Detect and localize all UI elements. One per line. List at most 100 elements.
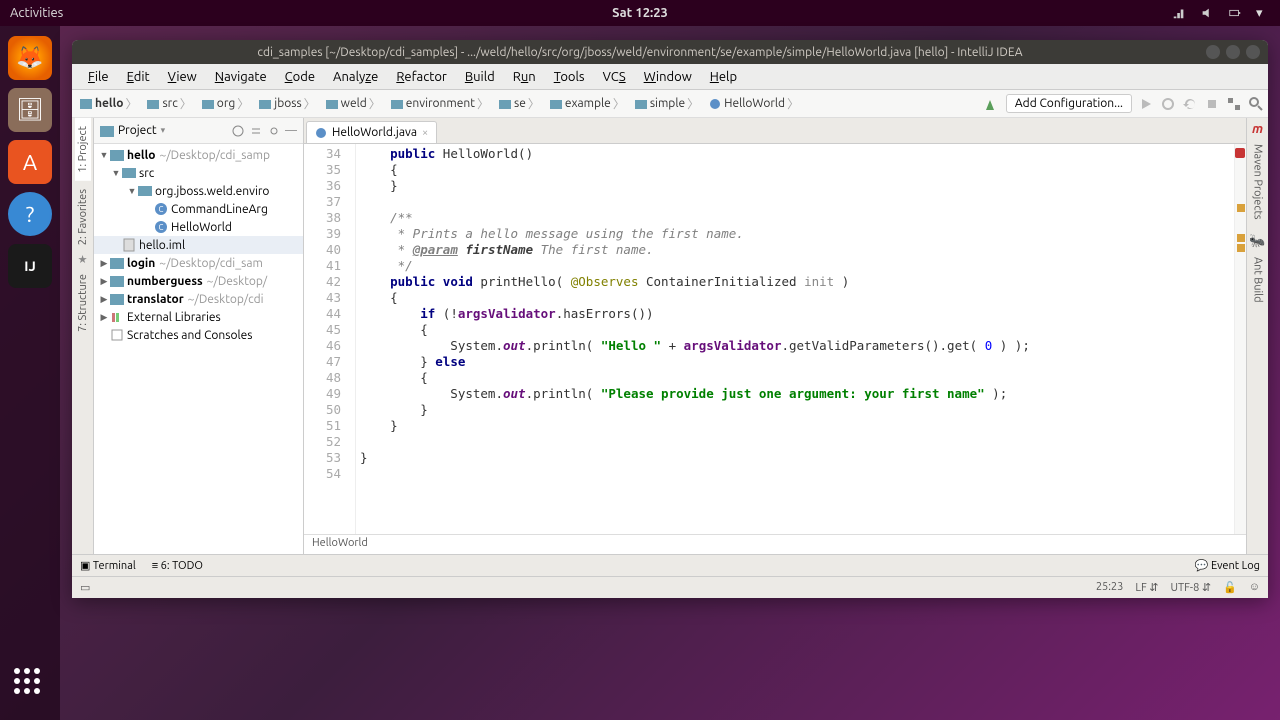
tool-todo[interactable]: ≡ 6: TODO <box>152 560 203 572</box>
code-content[interactable]: public HelloWorld() { } /** * Prints a h… <box>356 144 1234 534</box>
editor-tabs: HelloWorld.java × <box>304 118 1246 144</box>
tree-login[interactable]: ▶login~/Desktop/cdi_sam <box>94 254 303 272</box>
project-panel: Project ▾ — ▼hello~/Desktop/cdi_samp ▼sr… <box>94 118 304 554</box>
crumb-hello[interactable]: hello〉 <box>76 95 143 112</box>
menu-build[interactable]: Build <box>457 67 503 87</box>
collapse-icon[interactable] <box>249 124 263 138</box>
power-icon[interactable]: ▾ <box>1256 6 1270 20</box>
tree-cls1[interactable]: CCommandLineArg <box>94 200 303 218</box>
debug-icon[interactable] <box>1160 96 1176 112</box>
ubuntu-top-bar: Activities Sat 12:23 ▾ <box>0 0 1280 26</box>
bottom-toolbar: ▣ Terminal ≡ 6: TODO 💬 Event Log <box>72 554 1268 576</box>
close-button[interactable] <box>1246 45 1260 59</box>
menu-edit[interactable]: Edit <box>119 67 158 87</box>
project-label: Project <box>118 124 157 137</box>
tool-structure[interactable]: 7: Structure <box>75 266 91 340</box>
tree-translator[interactable]: ▶translator~/Desktop/cdi <box>94 290 303 308</box>
editor-breadcrumb[interactable]: HelloWorld <box>304 534 1246 554</box>
tool-ant[interactable]: Ant Build <box>1250 249 1266 311</box>
add-configuration-button[interactable]: Add Configuration... <box>1006 94 1132 113</box>
crumb-src[interactable]: src〉 <box>143 95 197 112</box>
svg-text:C: C <box>159 223 164 232</box>
crumb-environment[interactable]: environment〉 <box>387 95 495 112</box>
warn-mark[interactable] <box>1237 204 1245 212</box>
crumb-se[interactable]: se〉 <box>495 95 546 112</box>
error-mark[interactable] <box>1235 148 1245 158</box>
tool-favorites[interactable]: 2: Favorites <box>75 181 91 253</box>
maximize-button[interactable] <box>1226 45 1240 59</box>
menu-code[interactable]: Code <box>277 67 323 87</box>
status-hector-icon[interactable]: ☺ <box>1249 581 1260 594</box>
status-readonly-icon[interactable]: 🔓 <box>1223 581 1237 594</box>
crumb-class[interactable]: HelloWorld〉 <box>705 95 805 112</box>
menu-tools[interactable]: Tools <box>546 67 593 87</box>
window-title: cdi_samples [~/Desktop/cdi_samples] - ..… <box>80 46 1200 59</box>
network-icon[interactable] <box>1172 6 1186 20</box>
error-stripe[interactable] <box>1234 144 1246 534</box>
tab-helloworld[interactable]: HelloWorld.java × <box>306 121 437 143</box>
menu-view[interactable]: View <box>160 67 205 87</box>
gear-icon[interactable] <box>267 124 281 138</box>
right-tool-gutter: m Maven Projects 🐜 Ant Build <box>1246 118 1268 554</box>
tree-extlib[interactable]: ▶External Libraries <box>94 308 303 326</box>
tool-eventlog[interactable]: 💬 Event Log <box>1195 559 1260 572</box>
tree-scratch[interactable]: Scratches and Consoles <box>94 326 303 344</box>
warn-mark[interactable] <box>1237 234 1245 242</box>
status-line-sep[interactable]: LF ⇵ <box>1135 581 1158 594</box>
hide-icon[interactable]: — <box>285 124 297 137</box>
build-icon[interactable] <box>984 96 1000 112</box>
status-msg-icon[interactable]: ▭ <box>80 581 90 594</box>
warn-mark[interactable] <box>1237 244 1245 252</box>
minimize-button[interactable] <box>1206 45 1220 59</box>
tree-cls2[interactable]: CHelloWorld <box>94 218 303 236</box>
navigation-bar: hello〉 src〉 org〉 jboss〉 weld〉 environmen… <box>72 90 1268 118</box>
close-tab-icon[interactable]: × <box>422 127 428 139</box>
status-encoding[interactable]: UTF-8 ⇵ <box>1170 581 1211 594</box>
menu-navigate[interactable]: Navigate <box>207 67 275 87</box>
menu-help[interactable]: Help <box>702 67 745 87</box>
dock-show-apps[interactable] <box>14 668 46 700</box>
ide-window: cdi_samples [~/Desktop/cdi_samples] - ..… <box>72 40 1268 598</box>
menubar: File Edit View Navigate Code Analyze Ref… <box>72 64 1268 90</box>
class-icon <box>315 127 327 139</box>
menu-window[interactable]: Window <box>636 67 700 87</box>
tree-iml[interactable]: hello.iml <box>94 236 303 254</box>
run-icon[interactable] <box>1138 96 1154 112</box>
menu-refactor[interactable]: Refactor <box>388 67 455 87</box>
battery-icon[interactable] <box>1228 6 1242 20</box>
svg-text:C: C <box>159 205 164 214</box>
crumb-org[interactable]: org〉 <box>198 95 255 112</box>
rerun-icon[interactable] <box>1182 96 1198 112</box>
activities-label[interactable]: Activities <box>10 6 63 20</box>
tree-pkg[interactable]: ▼org.jboss.weld.enviro <box>94 182 303 200</box>
crumb-example[interactable]: example〉 <box>546 95 631 112</box>
crumb-weld[interactable]: weld〉 <box>322 95 387 112</box>
stop-icon[interactable] <box>1204 96 1220 112</box>
tree-numberguess[interactable]: ▶numberguess~/Desktop/ <box>94 272 303 290</box>
menu-run[interactable]: Run <box>505 67 544 87</box>
dock-firefox[interactable]: 🦊 <box>8 36 52 80</box>
menu-analyze[interactable]: Analyze <box>325 67 386 87</box>
tool-project[interactable]: 1: Project <box>75 118 91 181</box>
dock-intellij[interactable]: IJ <box>8 244 52 288</box>
crumb-simple[interactable]: simple〉 <box>631 95 705 112</box>
target-icon[interactable] <box>231 124 245 138</box>
code-editor[interactable]: 34 35 36 37 38 39 40 41 42 43 44 45 46 4… <box>304 144 1246 534</box>
dock-files[interactable]: 🗄 <box>8 88 52 132</box>
status-position[interactable]: 25:23 <box>1096 581 1124 594</box>
dock-software[interactable]: A <box>8 140 52 184</box>
clock[interactable]: Sat 12:23 <box>612 6 668 20</box>
crumb-jboss[interactable]: jboss〉 <box>255 95 321 112</box>
titlebar[interactable]: cdi_samples [~/Desktop/cdi_samples] - ..… <box>72 40 1268 64</box>
dock-help[interactable]: ? <box>8 192 52 236</box>
tree-src[interactable]: ▼src <box>94 164 303 182</box>
search-icon[interactable] <box>1248 96 1264 112</box>
tool-maven[interactable]: Maven Projects <box>1250 136 1266 228</box>
menu-vcs[interactable]: VCS <box>595 67 634 87</box>
project-tree: ▼hello~/Desktop/cdi_samp ▼src ▼org.jboss… <box>94 144 303 554</box>
structure-icon[interactable] <box>1226 96 1242 112</box>
tree-hello[interactable]: ▼hello~/Desktop/cdi_samp <box>94 146 303 164</box>
menu-file[interactable]: File <box>80 67 117 87</box>
tool-terminal[interactable]: ▣ Terminal <box>80 559 136 572</box>
volume-icon[interactable] <box>1200 6 1214 20</box>
